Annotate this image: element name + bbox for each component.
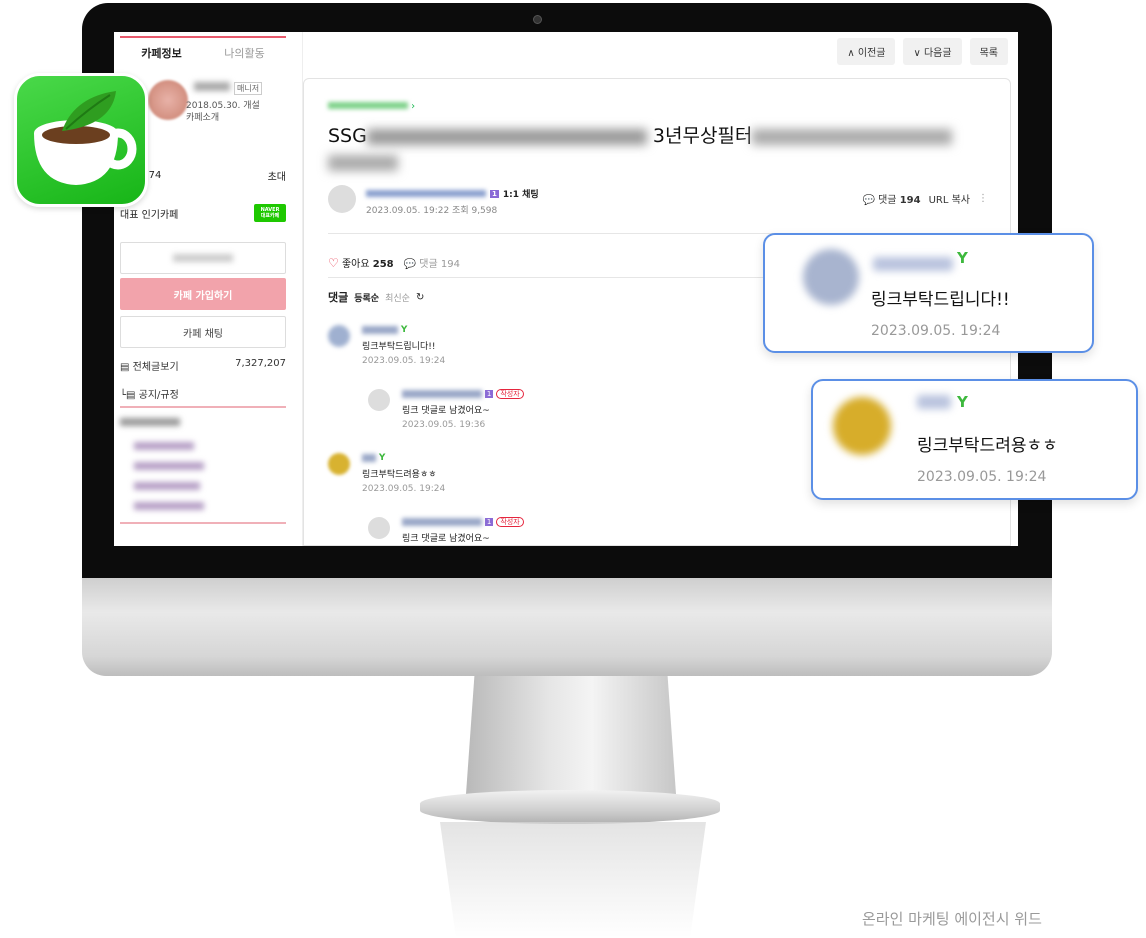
webcam-dot	[533, 15, 542, 24]
sprout-icon: Y	[378, 453, 386, 463]
monitor-stand-neck	[466, 676, 676, 794]
post-title: SSG 3년무상필터	[328, 123, 988, 175]
commenter-avatar[interactable]	[328, 453, 350, 475]
comment-text: 링크 댓글로 남겼어요~	[402, 406, 490, 416]
comment-date: 2023.09.05. 19:24	[362, 356, 446, 366]
footer-watermark: 온라인 마케팅 에이전시 위드	[862, 910, 1042, 928]
comment-text: 링크 댓글로 남겼어요~	[402, 534, 490, 544]
callout-date: 2023.09.05. 19:24	[871, 323, 1001, 339]
post-meta-actions: 💬 댓글 194 URL 복사 ⋮	[862, 191, 988, 206]
cafe-avatar	[148, 80, 188, 120]
callout-text: 링크부탁드립니다!!	[871, 290, 1010, 310]
prev-post-button[interactable]: ∧ 이전글	[837, 38, 896, 65]
list-button[interactable]: 목록	[969, 38, 1008, 65]
heart-icon: ♡	[328, 256, 339, 270]
sidebar-tabs: 카페정보 나의활동	[120, 36, 286, 68]
sort-registered[interactable]: 등록순	[354, 291, 379, 304]
author-name-row: 1 1:1 채팅	[366, 187, 539, 200]
callout-name	[873, 257, 953, 271]
tab-my-activity[interactable]: 나의활동	[203, 38, 286, 68]
article-nav: ∧ 이전글 ∨ 다음글 목록	[837, 38, 1008, 65]
coffee-cup-icon	[34, 91, 137, 185]
comment-text: 링크부탁드려용ㅎㅎ	[362, 470, 437, 480]
writer-avatar[interactable]	[368, 389, 390, 411]
comment-header: 댓글 등록순 최신순 ↻	[328, 291, 425, 304]
callout-date: 2023.09.05. 19:24	[917, 469, 1047, 485]
author-avatar[interactable]	[328, 185, 356, 213]
callout-comment-2: Y 링크부탁드려용ㅎㅎ 2023.09.05. 19:24	[811, 379, 1138, 500]
more-options-icon[interactable]: ⋮	[978, 193, 988, 204]
tab-cafe-info[interactable]: 카페정보	[120, 38, 203, 68]
comment-count-link[interactable]: 💬 댓글 194	[862, 191, 920, 206]
like-row: ♡ 좋아요 258 💬 댓글 194	[328, 255, 460, 270]
writer-avatar[interactable]	[368, 517, 390, 539]
like-button[interactable]: ♡ 좋아요 258	[328, 255, 394, 270]
all-posts-item[interactable]: ▤ 전체글보기 7,327,207	[120, 358, 286, 373]
comment-summary[interactable]: 💬 댓글 194	[404, 255, 460, 270]
sprout-icon: Y	[957, 393, 968, 411]
comment-date: 2023.09.05. 19:24	[362, 484, 446, 494]
menu-divider	[120, 406, 286, 408]
join-cafe-button[interactable]: 카페 가입하기	[120, 278, 286, 310]
popular-cafe-label: 대표 인기카페	[120, 209, 179, 221]
invite-link[interactable]: 초대	[268, 168, 286, 183]
one-on-one-chat[interactable]: 1:1 채팅	[503, 187, 539, 200]
breadcrumb[interactable]: ›	[328, 101, 415, 112]
callout-avatar	[803, 249, 859, 305]
callout-comment-1: Y 링크부탁드립니다!! 2023.09.05. 19:24	[763, 233, 1094, 353]
post-date-views: 2023.09.05. 19:22 조회 9,598	[366, 206, 498, 216]
callout-name	[917, 395, 951, 409]
naver-badge: NAVER 대표카페	[254, 204, 286, 222]
callout-avatar	[833, 397, 891, 455]
menu-divider-2	[120, 522, 286, 524]
monitor-stand-base	[420, 790, 720, 824]
comment-date: 2023.09.05. 19:36	[402, 420, 486, 430]
cafe-manager-name	[194, 82, 230, 91]
blurred-menu-group	[120, 418, 286, 510]
comment-text: 링크부탁드립니다!!	[362, 342, 436, 352]
sort-latest[interactable]: 최신순	[385, 291, 410, 304]
blurred-sidebar-button[interactable]	[120, 242, 286, 274]
cafe-chat-button[interactable]: 카페 채팅	[120, 316, 286, 348]
sprout-icon: Y	[957, 249, 968, 267]
sprout-icon: Y	[400, 325, 408, 335]
writer-badge: 작성자	[496, 517, 524, 527]
commenter-avatar[interactable]	[328, 325, 350, 347]
stand-reflection	[440, 822, 706, 938]
url-copy-button[interactable]: URL 복사	[929, 191, 970, 206]
refresh-icon[interactable]: ↻	[416, 292, 424, 303]
cafe-intro-link[interactable]: 카페소개	[186, 110, 219, 123]
writer-badge: 작성자	[496, 389, 524, 399]
monitor-chin	[82, 578, 1052, 676]
author-row: 1 1:1 채팅 2023.09.05. 19:22 조회 9,598 💬 댓글…	[328, 183, 988, 219]
manager-badge: 매니저	[234, 82, 263, 95]
naver-cafe-app-icon	[14, 73, 148, 207]
notice-item[interactable]: └▤ 공지/규정	[120, 386, 286, 401]
callout-text: 링크부탁드려용ㅎㅎ	[917, 436, 1058, 456]
next-post-button[interactable]: ∨ 다음글	[903, 38, 962, 65]
